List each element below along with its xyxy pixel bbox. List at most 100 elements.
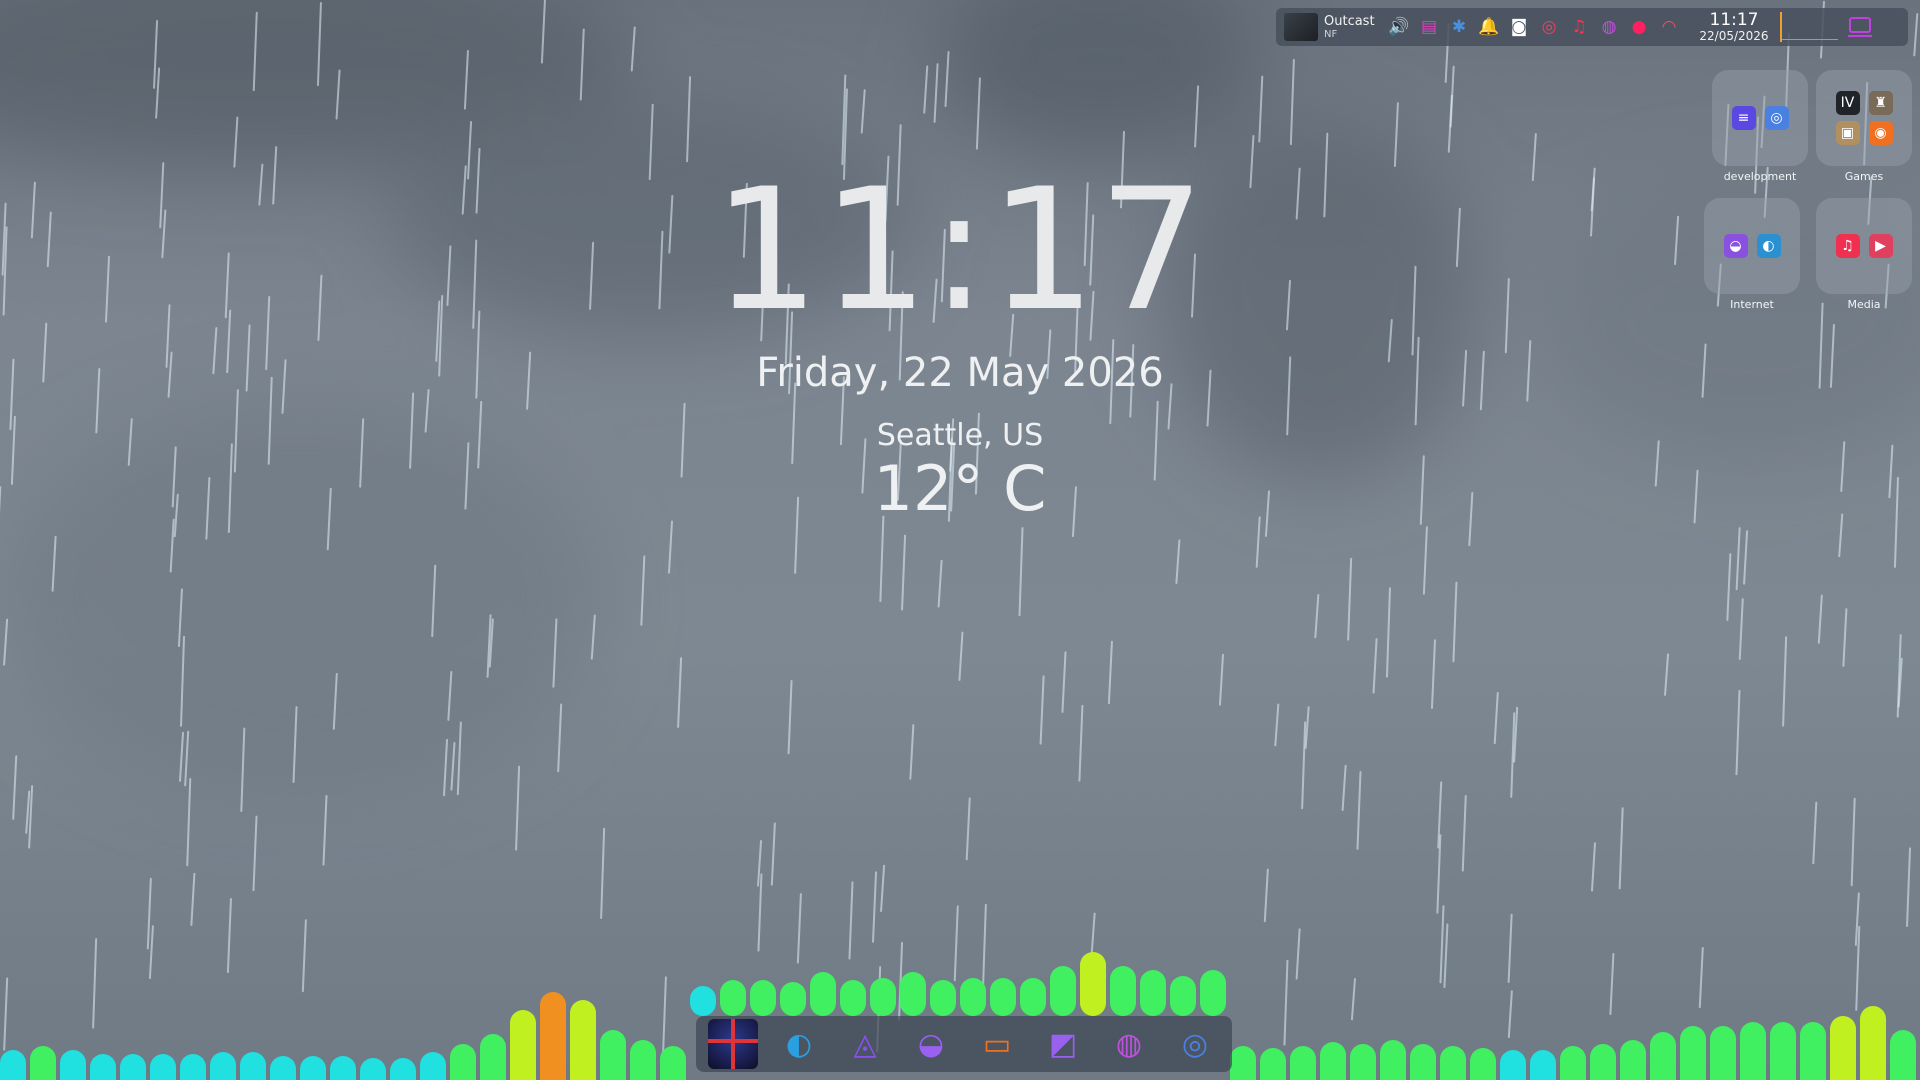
music-icon[interactable]: ♫ — [1565, 12, 1593, 42]
raindrop — [1175, 539, 1181, 584]
visualizer-bar — [330, 1056, 356, 1080]
volume-icon[interactable]: 🔊 — [1385, 12, 1413, 42]
raindrop — [1817, 594, 1823, 644]
raindrop — [1812, 801, 1818, 865]
raindrop — [1274, 703, 1280, 747]
raindrop — [1372, 638, 1378, 694]
system-monitor-graph[interactable] — [1780, 12, 1838, 42]
discord-icon[interactable]: ◙ — [1505, 12, 1533, 42]
notification-bell-icon[interactable]: 🔔 — [1475, 12, 1503, 42]
raindrop — [180, 635, 186, 727]
visualizer-bar — [1320, 1042, 1346, 1080]
raindrop — [1422, 526, 1428, 595]
raindrop — [226, 309, 232, 374]
sync-icon[interactable]: ◎ — [1535, 12, 1563, 42]
speedometer-icon[interactable]: ◠ — [1655, 12, 1683, 42]
visualizer-bar — [150, 1054, 176, 1080]
visualizer-bar — [1080, 952, 1106, 1016]
visualizer-bar — [1710, 1026, 1736, 1080]
raindrop — [127, 418, 133, 466]
raindrop — [265, 296, 271, 371]
bluetooth-icon[interactable]: ✱ — [1445, 12, 1473, 42]
gamepad-icon[interactable]: ◒ — [903, 1018, 959, 1070]
aperture-icon-glyph: ◍ — [1115, 1026, 1143, 1062]
folder-games[interactable]: IV ♜ ▣ ◉ — [1816, 70, 1912, 166]
raindrop — [1850, 797, 1856, 887]
raindrop — [630, 26, 636, 72]
visualizer-bar — [750, 980, 776, 1016]
raindrop — [464, 442, 470, 510]
raindrop — [1461, 794, 1467, 872]
raindrop — [589, 241, 595, 310]
raindrop — [25, 790, 31, 834]
visualizer-bar — [1650, 1032, 1676, 1080]
calendar-icon[interactable]: ▤ — [1415, 12, 1443, 42]
raindrop — [3, 618, 9, 666]
raindrop — [1314, 593, 1320, 639]
raindrop — [267, 376, 273, 465]
raindrop — [1504, 278, 1510, 354]
aperture-icon[interactable]: ◍ — [1101, 1018, 1157, 1070]
visualizer-bar — [1020, 978, 1046, 1016]
raindrop — [161, 209, 167, 259]
raindrop — [1414, 336, 1420, 426]
raindrop — [224, 252, 230, 319]
top-panel: Outcast NF 🔊 ▤ ✱ 🔔 ◙ ◎ ♫ ◍ ● ◠ 11:17 22/05/2026 — [1276, 8, 1908, 46]
raindrop — [1462, 349, 1468, 407]
raindrop — [1735, 689, 1741, 776]
raindrop — [1743, 530, 1749, 585]
media-player-widget[interactable]: Outcast NF — [1324, 14, 1378, 41]
raindrop — [1452, 581, 1458, 663]
raindrop — [1387, 318, 1393, 363]
raindrop — [322, 794, 328, 866]
raindrop — [787, 679, 793, 755]
raindrop — [1039, 675, 1045, 745]
edge-browser-icon[interactable]: ◐ — [771, 1018, 827, 1070]
image-editor-icon[interactable]: ◩ — [1035, 1018, 1091, 1070]
visualizer-bar — [720, 980, 746, 1016]
file-manager-icon[interactable]: ▭ — [969, 1018, 1025, 1070]
raindrop — [475, 147, 481, 214]
raindrop — [443, 738, 449, 797]
code-editor-icon: ≡ — [1731, 106, 1756, 130]
raindrop — [975, 77, 981, 150]
visualizer-bar — [1770, 1022, 1796, 1080]
vscodium-icon[interactable]: ◎ — [1167, 1018, 1223, 1070]
folder-media[interactable]: ♫ ▶ — [1816, 198, 1912, 294]
raindrop — [515, 765, 521, 851]
media-title: Outcast — [1324, 13, 1375, 29]
visualizer-bar — [300, 1056, 326, 1080]
raindrop — [12, 755, 18, 820]
raindrop — [1738, 598, 1744, 660]
dock: ◐ ◬ ◒ ▭ ◩ ◍ ◎ — [696, 1016, 1232, 1072]
show-desktop-icon[interactable] — [1846, 12, 1874, 42]
visualizer-bar — [990, 978, 1016, 1016]
avatar-launcher-icon[interactable] — [705, 1018, 761, 1070]
folder-development[interactable]: ≡ ◎ — [1712, 70, 1808, 166]
visualizer-bar — [1290, 1046, 1316, 1080]
raindrop — [359, 418, 365, 488]
ai-assistant-icon[interactable]: ◬ — [837, 1018, 893, 1070]
raindrop — [880, 864, 886, 913]
media-album-art[interactable] — [1284, 13, 1318, 41]
gamepad-icon: ◒ — [1723, 234, 1748, 258]
raindrop — [169, 518, 175, 573]
folder-internet[interactable]: ◒ ◐ — [1704, 198, 1800, 294]
raindrop — [1664, 653, 1670, 696]
raindrop — [205, 477, 211, 540]
panel-clock[interactable]: 11:17 22/05/2026 — [1692, 11, 1776, 43]
raindrop — [245, 324, 251, 392]
raindrop — [600, 827, 606, 919]
visualizer-bar — [240, 1052, 266, 1080]
visualizer-bar — [60, 1050, 86, 1080]
raindrop — [252, 11, 258, 92]
raindrop — [30, 181, 36, 239]
raindrop — [105, 255, 111, 323]
aperture-icon[interactable]: ◍ — [1595, 12, 1623, 42]
raindrop — [177, 588, 183, 647]
visualizer-bar — [1170, 976, 1196, 1016]
edge-browser-icon: ◐ — [1756, 234, 1781, 258]
raindrop — [552, 618, 558, 688]
raindrop — [677, 657, 683, 728]
record-icon[interactable]: ● — [1625, 12, 1653, 42]
